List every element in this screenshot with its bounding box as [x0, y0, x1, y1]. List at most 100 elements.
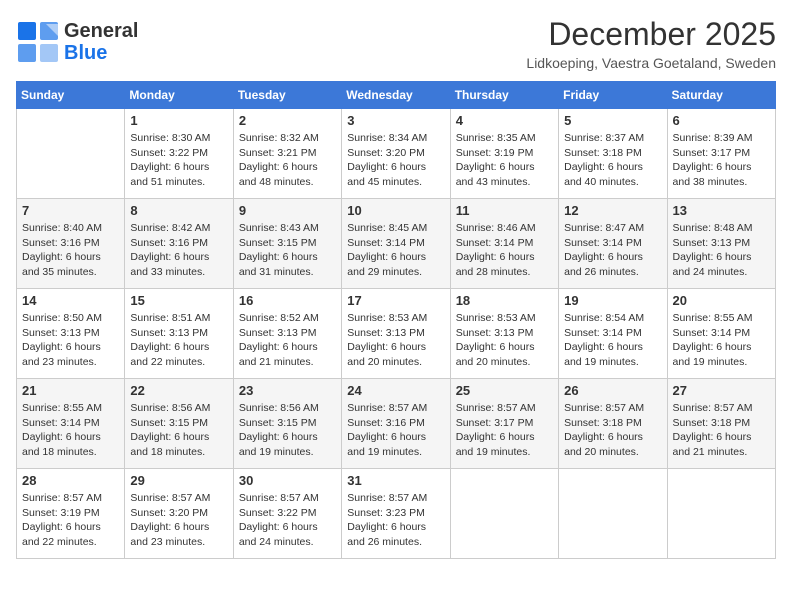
- day-info: Sunrise: 8:51 AMSunset: 3:13 PMDaylight:…: [130, 311, 227, 370]
- calendar-cell: 15 Sunrise: 8:51 AMSunset: 3:13 PMDayligh…: [125, 289, 233, 379]
- day-number: 8: [130, 203, 227, 218]
- calendar-cell: 18 Sunrise: 8:53 AMSunset: 3:13 PMDayligh…: [450, 289, 558, 379]
- day-number: 26: [564, 383, 661, 398]
- weekday-header-tuesday: Tuesday: [233, 82, 341, 109]
- calendar-cell: 19Sunrise: 8:54 AMSunset: 3:14 PMDayligh…: [559, 289, 667, 379]
- calendar-cell: 8Sunrise: 8:42 AMSunset: 3:16 PMDaylight…: [125, 199, 233, 289]
- day-info: Sunrise: 8:35 AMSunset: 3:19 PMDaylight:…: [456, 131, 553, 190]
- day-info: Sunrise: 8:54 AMSunset: 3:14 PMDaylight:…: [564, 311, 661, 370]
- day-number: 21: [22, 383, 119, 398]
- calendar-cell: 5 Sunrise: 8:37 AMSunset: 3:18 PMDaylight…: [559, 109, 667, 199]
- calendar-cell: 10 Sunrise: 8:45 AMSunset: 3:14 PMDayligh…: [342, 199, 450, 289]
- calendar-table: SundayMondayTuesdayWednesdayThursdayFrid…: [16, 81, 776, 559]
- calendar-cell: 13 Sunrise: 8:48 AMSunset: 3:13 PMDayligh…: [667, 199, 775, 289]
- day-info: Sunrise: 8:45 AMSunset: 3:14 PMDaylight:…: [347, 221, 444, 280]
- calendar-cell: 28 Sunrise: 8:57 AMSunset: 3:19 PMDayligh…: [17, 469, 125, 559]
- weekday-header-monday: Monday: [125, 82, 233, 109]
- weekday-header-row: SundayMondayTuesdayWednesdayThursdayFrid…: [17, 82, 776, 109]
- calendar-cell: 9 Sunrise: 8:43 AMSunset: 3:15 PMDaylight…: [233, 199, 341, 289]
- week-row-1: 1 Sunrise: 8:30 AMSunset: 3:22 PMDaylight…: [17, 109, 776, 199]
- day-number: 18: [456, 293, 553, 308]
- calendar-cell: 20 Sunrise: 8:55 AMSunset: 3:14 PMDayligh…: [667, 289, 775, 379]
- day-info: Sunrise: 8:30 AMSunset: 3:22 PMDaylight:…: [130, 131, 227, 190]
- day-info: Sunrise: 8:57 AMSunset: 3:18 PMDaylight:…: [673, 401, 770, 460]
- day-number: 16: [239, 293, 336, 308]
- day-number: 12: [564, 203, 661, 218]
- day-info: Sunrise: 8:34 AMSunset: 3:20 PMDaylight:…: [347, 131, 444, 190]
- calendar-cell: 14 Sunrise: 8:50 AMSunset: 3:13 PMDayligh…: [17, 289, 125, 379]
- week-row-5: 28 Sunrise: 8:57 AMSunset: 3:19 PMDayligh…: [17, 469, 776, 559]
- weekday-header-wednesday: Wednesday: [342, 82, 450, 109]
- week-row-2: 7Sunrise: 8:40 AMSunset: 3:16 PMDaylight…: [17, 199, 776, 289]
- day-number: 22: [130, 383, 227, 398]
- day-info: Sunrise: 8:53 AMSunset: 3:13 PMDaylight:…: [456, 311, 553, 370]
- calendar-cell: 25Sunrise: 8:57 AMSunset: 3:17 PMDayligh…: [450, 379, 558, 469]
- title-area: December 2025 Lidkoeping, Vaestra Goetal…: [526, 16, 776, 71]
- day-number: 5: [564, 113, 661, 128]
- calendar-cell: 2 Sunrise: 8:32 AMSunset: 3:21 PMDaylight…: [233, 109, 341, 199]
- calendar-cell: 26 Sunrise: 8:57 AMSunset: 3:18 PMDayligh…: [559, 379, 667, 469]
- day-number: 1: [130, 113, 227, 128]
- weekday-header-saturday: Saturday: [667, 82, 775, 109]
- day-number: 29: [130, 473, 227, 488]
- day-info: Sunrise: 8:57 AMSunset: 3:23 PMDaylight:…: [347, 491, 444, 550]
- day-info: Sunrise: 8:53 AMSunset: 3:13 PMDaylight:…: [347, 311, 444, 370]
- day-info: Sunrise: 8:47 AMSunset: 3:14 PMDaylight:…: [564, 221, 661, 280]
- day-info: Sunrise: 8:37 AMSunset: 3:18 PMDaylight:…: [564, 131, 661, 190]
- day-number: 9: [239, 203, 336, 218]
- day-number: 6: [673, 113, 770, 128]
- calendar-cell: 12 Sunrise: 8:47 AMSunset: 3:14 PMDayligh…: [559, 199, 667, 289]
- calendar-cell: 3 Sunrise: 8:34 AMSunset: 3:20 PMDaylight…: [342, 109, 450, 199]
- day-number: 17: [347, 293, 444, 308]
- day-info: Sunrise: 8:43 AMSunset: 3:15 PMDaylight:…: [239, 221, 336, 280]
- day-info: Sunrise: 8:46 AMSunset: 3:14 PMDaylight:…: [456, 221, 553, 280]
- day-info: Sunrise: 8:32 AMSunset: 3:21 PMDaylight:…: [239, 131, 336, 190]
- logo-line1: General: [64, 20, 138, 42]
- day-number: 13: [673, 203, 770, 218]
- calendar-cell: 31 Sunrise: 8:57 AMSunset: 3:23 PMDayligh…: [342, 469, 450, 559]
- header-area: General Blue December 2025 Lidkoeping, V…: [16, 16, 776, 71]
- location-title: Lidkoeping, Vaestra Goetaland, Sweden: [526, 55, 776, 71]
- calendar-cell: [559, 469, 667, 559]
- logo: General Blue: [16, 20, 138, 64]
- calendar-cell: 17 Sunrise: 8:53 AMSunset: 3:13 PMDayligh…: [342, 289, 450, 379]
- calendar-cell: 24 Sunrise: 8:57 AMSunset: 3:16 PMDayligh…: [342, 379, 450, 469]
- day-number: 20: [673, 293, 770, 308]
- calendar-cell: [667, 469, 775, 559]
- logo-icon: [16, 20, 60, 64]
- day-number: 2: [239, 113, 336, 128]
- day-info: Sunrise: 8:57 AMSunset: 3:18 PMDaylight:…: [564, 401, 661, 460]
- day-info: Sunrise: 8:57 AMSunset: 3:19 PMDaylight:…: [22, 491, 119, 550]
- day-info: Sunrise: 8:57 AMSunset: 3:16 PMDaylight:…: [347, 401, 444, 460]
- day-number: 14: [22, 293, 119, 308]
- calendar-cell: 1 Sunrise: 8:30 AMSunset: 3:22 PMDaylight…: [125, 109, 233, 199]
- day-number: 30: [239, 473, 336, 488]
- day-number: 24: [347, 383, 444, 398]
- weekday-header-thursday: Thursday: [450, 82, 558, 109]
- day-number: 10: [347, 203, 444, 218]
- day-number: 3: [347, 113, 444, 128]
- day-number: 11: [456, 203, 553, 218]
- calendar-cell: 27Sunrise: 8:57 AMSunset: 3:18 PMDayligh…: [667, 379, 775, 469]
- calendar-cell: 23Sunrise: 8:56 AMSunset: 3:15 PMDayligh…: [233, 379, 341, 469]
- day-number: 15: [130, 293, 227, 308]
- day-info: Sunrise: 8:39 AMSunset: 3:17 PMDaylight:…: [673, 131, 770, 190]
- day-number: 31: [347, 473, 444, 488]
- calendar-cell: 21 Sunrise: 8:55 AMSunset: 3:14 PMDayligh…: [17, 379, 125, 469]
- calendar-cell: 4Sunrise: 8:35 AMSunset: 3:19 PMDaylight…: [450, 109, 558, 199]
- day-info: Sunrise: 8:50 AMSunset: 3:13 PMDaylight:…: [22, 311, 119, 370]
- calendar-cell: 6 Sunrise: 8:39 AMSunset: 3:17 PMDaylight…: [667, 109, 775, 199]
- day-number: 23: [239, 383, 336, 398]
- day-info: Sunrise: 8:48 AMSunset: 3:13 PMDaylight:…: [673, 221, 770, 280]
- day-info: Sunrise: 8:55 AMSunset: 3:14 PMDaylight:…: [22, 401, 119, 460]
- week-row-3: 14 Sunrise: 8:50 AMSunset: 3:13 PMDayligh…: [17, 289, 776, 379]
- day-info: Sunrise: 8:40 AMSunset: 3:16 PMDaylight:…: [22, 221, 119, 280]
- day-info: Sunrise: 8:52 AMSunset: 3:13 PMDaylight:…: [239, 311, 336, 370]
- logo-line2: Blue: [64, 42, 138, 64]
- day-number: 28: [22, 473, 119, 488]
- calendar-cell: 7Sunrise: 8:40 AMSunset: 3:16 PMDaylight…: [17, 199, 125, 289]
- calendar-cell: 16 Sunrise: 8:52 AMSunset: 3:13 PMDayligh…: [233, 289, 341, 379]
- day-info: Sunrise: 8:57 AMSunset: 3:17 PMDaylight:…: [456, 401, 553, 460]
- day-info: Sunrise: 8:57 AMSunset: 3:22 PMDaylight:…: [239, 491, 336, 550]
- day-info: Sunrise: 8:55 AMSunset: 3:14 PMDaylight:…: [673, 311, 770, 370]
